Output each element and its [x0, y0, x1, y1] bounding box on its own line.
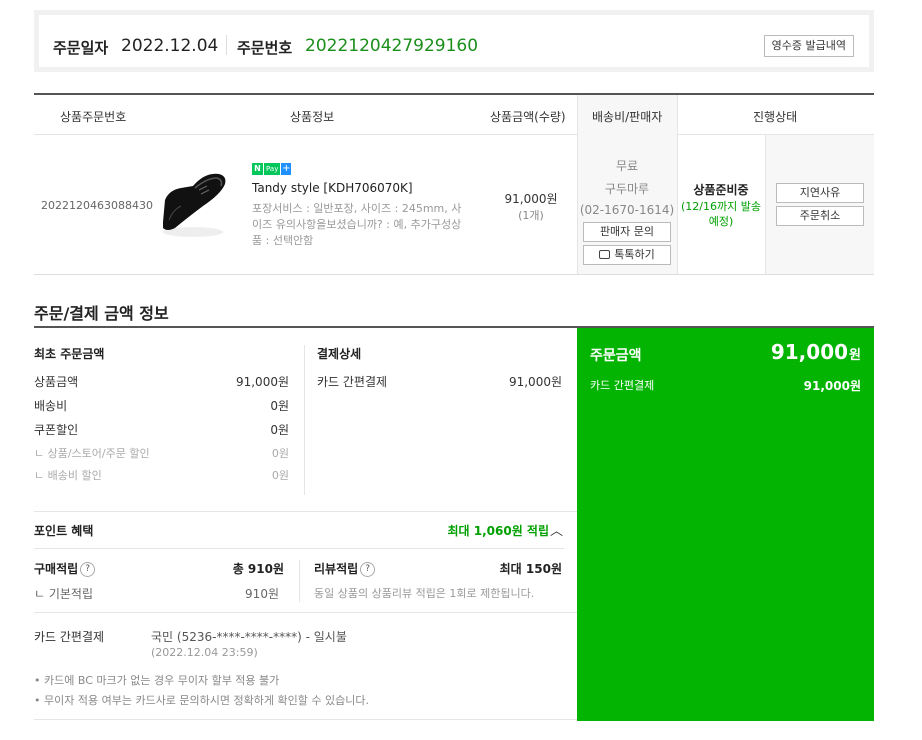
- purchase-points-text: 구매적립: [34, 562, 79, 576]
- card-note: • 무이자 적용 여부는 카드사로 문의하시면 정확하게 확인할 수 있습니다.: [34, 694, 369, 707]
- header-divider: [226, 35, 227, 55]
- payment-detail-title: 결제상세: [317, 347, 362, 361]
- order-date-label: 주문일자: [53, 39, 109, 57]
- divider-line: [34, 511, 577, 512]
- initial-row-label: 쿠폰할인: [34, 423, 79, 437]
- chevron-up-icon[interactable]: ︿: [550, 520, 563, 539]
- receipt-history-button[interactable]: 영수증 발급내역: [763, 35, 854, 57]
- help-icon[interactable]: ?: [360, 562, 376, 577]
- total-amount-number: 91,000: [770, 340, 849, 364]
- payment-left-area: 최초 주문금액 상품금액 91,000원 배송비 0원 쿠폰할인 0원 ㄴ 상품…: [34, 328, 577, 720]
- column-divider: [299, 560, 300, 602]
- cancel-order-button[interactable]: 주문취소: [776, 206, 864, 226]
- npay-badge: N Pay +: [252, 163, 292, 175]
- total-method-label: 카드 간편결제: [590, 379, 655, 392]
- shipping-fee: 무료: [615, 159, 639, 173]
- basic-points-value: 910원: [245, 587, 279, 601]
- total-summary-panel: 주문금액 91,000원 카드 간편결제 91,000원: [577, 328, 874, 721]
- header-product-info: 상품정보: [290, 110, 335, 124]
- product-table: 상품주문번호 상품정보 상품금액(수량) 배송비/판매자 진행상태 202212…: [34, 93, 874, 275]
- initial-row-value: 0원: [270, 399, 289, 413]
- header-product-order-no: 상품주문번호: [60, 110, 127, 124]
- product-quantity: (1개): [518, 209, 544, 222]
- initial-row-value: 0원: [270, 423, 289, 437]
- table-row: 2022120463088430 N Pay + Tandy style [KD…: [34, 135, 874, 275]
- review-points-text: 리뷰적립: [314, 562, 359, 576]
- card-note-text: 카드에 BC 마크가 없는 경우 무이자 할부 적용 불가: [44, 674, 280, 687]
- product-name[interactable]: Tandy style [KDH706070K]: [252, 181, 413, 195]
- order-header-inner: 주문일자 2022.12.04 주문번호 2022120427929160 영수…: [39, 15, 869, 67]
- dress-shoe-image[interactable]: [155, 162, 231, 242]
- initial-row-value: 0원: [271, 469, 289, 482]
- npay-plus-icon: +: [281, 163, 292, 175]
- order-number-label: 주문번호: [237, 39, 293, 57]
- seller-phone: (02-1670-1614): [579, 203, 675, 217]
- delay-reason-button[interactable]: 지연사유: [776, 183, 864, 203]
- review-points-max: 최대 150원: [499, 562, 562, 576]
- header-divider-2: [677, 95, 678, 135]
- initial-row-label: ㄴ 배송비 할인: [34, 469, 102, 482]
- status-main: 상품준비중: [693, 183, 749, 197]
- product-order-number: 2022120463088430: [41, 199, 153, 212]
- header-price-qty: 상품금액(수량): [490, 110, 566, 124]
- total-amount: 91,000원: [771, 340, 861, 364]
- header-divider-1: [577, 95, 578, 135]
- divider-line: [34, 719, 577, 720]
- talk-button[interactable]: 톡톡하기: [583, 245, 671, 265]
- points-title: 포인트 혜택: [34, 524, 94, 538]
- card-date: (2022.12.04 23:59): [151, 646, 258, 659]
- initial-amount-title: 최초 주문금액: [34, 347, 105, 361]
- seller-inquiry-button[interactable]: 판매자 문의: [583, 222, 671, 242]
- chat-bubble-icon: [599, 250, 611, 259]
- talk-button-label: 톡톡하기: [614, 248, 655, 261]
- initial-row-label: ㄴ 상품/스토어/주문 할인: [34, 447, 150, 460]
- initial-row-label: 상품금액: [34, 375, 79, 389]
- review-points-note: 동일 상품의 상품리뷰 적립은 1회로 제한됩니다.: [314, 587, 535, 600]
- basic-points-label: ㄴ 기본적립: [34, 587, 94, 601]
- column-divider: [304, 345, 305, 495]
- card-info: 국민 (5236-****-****-****) - 일시불: [151, 630, 347, 644]
- row-divider-3: [765, 135, 766, 274]
- purchase-points-label: 구매적립?: [34, 560, 96, 577]
- action-col-bg: [765, 135, 874, 274]
- status-sub: (12/16까지 발송예정): [681, 200, 761, 228]
- order-header: 주문일자 2022.12.04 주문번호 2022120427929160 영수…: [34, 10, 874, 72]
- initial-row-value: 0원: [271, 447, 289, 460]
- product-price: 91,000원: [504, 192, 558, 206]
- payment-detail-amount: 91,000원: [508, 375, 562, 389]
- review-points-label: 리뷰적립?: [314, 560, 376, 577]
- payment-section-title: 주문/결제 금액 정보: [34, 304, 169, 323]
- npay-n-icon: N: [252, 163, 263, 175]
- purchase-points-total: 총 910원: [232, 562, 284, 576]
- total-label: 주문금액: [590, 348, 642, 364]
- npay-pay-label: Pay: [264, 163, 281, 175]
- help-icon[interactable]: ?: [80, 562, 96, 577]
- total-method-amount: 91,000원: [803, 379, 861, 393]
- product-options: 포장서비스 : 일반포장, 사이즈 : 245mm, 사이즈 유의사항을보셨습니…: [252, 202, 462, 247]
- divider-line: [34, 612, 577, 613]
- card-method-label: 카드 간편결제: [34, 630, 105, 644]
- total-amount-unit: 원: [849, 348, 861, 363]
- points-max-label[interactable]: 최대 1,060원 적립: [447, 522, 549, 539]
- initial-row-label: 배송비: [34, 399, 68, 413]
- header-status: 진행상태: [753, 110, 798, 124]
- card-note: • 카드에 BC 마크가 없는 경우 무이자 할부 적용 불가: [34, 674, 280, 687]
- card-note-text: 무이자 적용 여부는 카드사로 문의하시면 정확하게 확인할 수 있습니다.: [44, 694, 369, 707]
- initial-row-value: 91,000원: [235, 375, 289, 389]
- table-header: 상품주문번호 상품정보 상품금액(수량) 배송비/판매자 진행상태: [34, 93, 874, 135]
- order-number-value: 2022120427929160: [305, 36, 479, 56]
- payment-detail-method: 카드 간편결제: [317, 375, 388, 389]
- order-date-value: 2022.12.04: [121, 36, 219, 56]
- divider-line: [34, 548, 564, 549]
- header-shipping-seller: 배송비/판매자: [592, 110, 663, 124]
- seller-name[interactable]: 구두마루: [577, 180, 677, 197]
